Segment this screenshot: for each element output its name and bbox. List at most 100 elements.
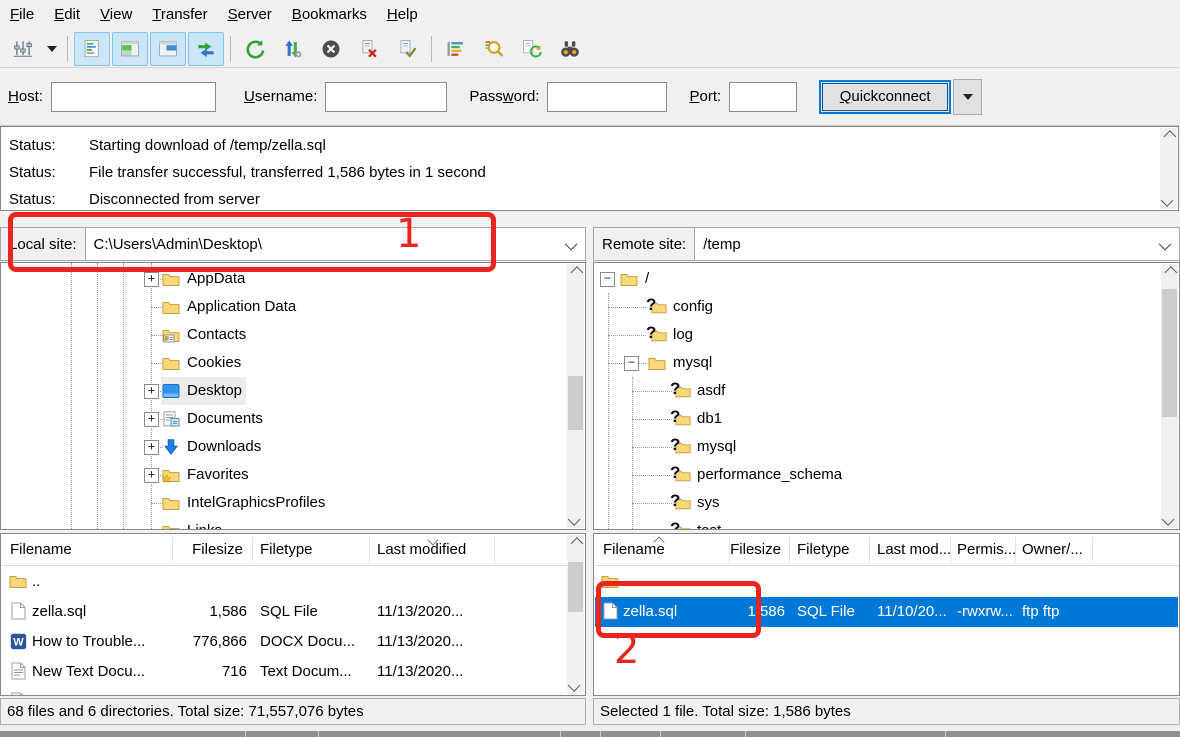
column-separator[interactable] <box>1092 537 1093 563</box>
tree-expander-plus[interactable]: + <box>144 412 159 427</box>
file-row-new-text-docu...[interactable]: New Text Docu...716Text Docum...11/13/20… <box>2 657 584 687</box>
host-input[interactable] <box>51 82 216 112</box>
tree-expander-plus[interactable]: + <box>144 468 159 483</box>
tree-item-links[interactable]: Links <box>1 517 565 530</box>
column-header-last-modified[interactable]: Last modified <box>377 535 466 565</box>
toggle-remote-tree-button[interactable] <box>150 32 186 66</box>
scroll-up-button[interactable] <box>567 264 584 281</box>
scroll-down-button[interactable] <box>1161 511 1178 528</box>
tree-item-asdf[interactable]: ?asdf <box>594 377 1159 405</box>
cancel-button[interactable] <box>313 32 349 66</box>
column-header-last-modified[interactable]: Last mod... <box>877 535 951 565</box>
column-separator[interactable] <box>369 537 370 563</box>
tree-item-desktop[interactable]: +Desktop <box>1 377 565 405</box>
column-separator[interactable] <box>494 537 495 563</box>
tree-item-application-data[interactable]: Application Data <box>1 293 565 321</box>
vertical-scrollbar[interactable] <box>567 535 584 694</box>
menu-file[interactable]: File <box>0 0 44 30</box>
tree-item-favorites[interactable]: +Favorites <box>1 461 565 489</box>
column-separator[interactable] <box>789 537 790 563</box>
file-row-..[interactable]: .. <box>595 567 1178 597</box>
scroll-up-button[interactable] <box>1161 264 1178 281</box>
column-header-filesize[interactable]: Filesize <box>730 535 781 565</box>
directory-comparison-button[interactable] <box>552 32 588 66</box>
tree-item-mysql[interactable]: ?mysql <box>594 433 1159 461</box>
port-input[interactable] <box>729 82 797 112</box>
scroll-up-button[interactable] <box>567 535 584 552</box>
menu-view[interactable]: View <box>90 0 142 30</box>
column-header-permissions[interactable]: Permis... <box>957 535 1016 565</box>
column-separator[interactable] <box>950 537 951 563</box>
tree-item-documents[interactable]: +Documents <box>1 405 565 433</box>
file-row-how-to-trouble...[interactable]: WHow to Trouble...776,866DOCX Docu...11/… <box>2 627 584 657</box>
toggle-transfer-queue-button[interactable] <box>188 32 224 66</box>
file-row-..[interactable]: .. <box>2 567 584 597</box>
search-files-button[interactable] <box>476 32 512 66</box>
column-header-filetype[interactable]: Filetype <box>797 535 850 565</box>
file-row[interactable] <box>2 687 584 696</box>
column-header-filesize[interactable]: Filesize <box>192 535 243 565</box>
scrollbar-thumb[interactable] <box>568 376 583 430</box>
synchronized-browsing-button[interactable] <box>514 32 550 66</box>
tree-expander-plus[interactable]: + <box>144 272 159 287</box>
tree-item-test[interactable]: ?test <box>594 517 1159 530</box>
toggle-local-tree-button[interactable] <box>112 32 148 66</box>
filter-button[interactable] <box>438 32 474 66</box>
remote-site-combo[interactable]: /temp <box>695 227 1180 261</box>
scroll-down-button[interactable] <box>1160 192 1177 209</box>
reconnect-button[interactable] <box>389 32 425 66</box>
column-separator[interactable] <box>252 537 253 563</box>
refresh-button[interactable] <box>237 32 273 66</box>
menu-transfer[interactable]: Transfer <box>142 0 217 30</box>
tree-item-intelgraphicsprofiles[interactable]: IntelGraphicsProfiles <box>1 489 565 517</box>
tree-item-sys[interactable]: ?sys <box>594 489 1159 517</box>
column-header-owner[interactable]: Owner/... <box>1022 535 1083 565</box>
chevron-down-icon[interactable] <box>1159 238 1172 251</box>
tree-expander-plus[interactable]: + <box>144 440 159 455</box>
vertical-scrollbar[interactable] <box>1161 264 1178 528</box>
scrollbar-thumb[interactable] <box>1162 289 1177 417</box>
column-header-filetype[interactable]: Filetype <box>260 535 313 565</box>
scroll-down-button[interactable] <box>567 677 584 694</box>
tree-item-contacts[interactable]: Contacts <box>1 321 565 349</box>
file-row-zella.sql[interactable]: zella.sql1,586SQL File11/13/2020... <box>2 597 584 627</box>
vertical-scrollbar[interactable] <box>567 264 584 528</box>
tree-item-performance-schema[interactable]: ?performance_schema <box>594 461 1159 489</box>
tree-item--[interactable]: −/ <box>594 265 1159 293</box>
scroll-up-button[interactable] <box>1160 128 1177 145</box>
toggle-message-log-button[interactable] <box>74 32 110 66</box>
quickconnect-dropdown[interactable] <box>953 79 982 115</box>
column-separator[interactable] <box>729 537 730 563</box>
chevron-down-icon[interactable] <box>565 238 578 251</box>
file-row-zella.sql[interactable]: zella.sql1,586SQL File11/10/20...-rwxrw.… <box>595 597 1178 627</box>
scrollbar-thumb[interactable] <box>568 562 583 612</box>
tree-item-config[interactable]: ?config <box>594 293 1159 321</box>
scroll-down-button[interactable] <box>567 511 584 528</box>
tree-item-mysql[interactable]: −mysql <box>594 349 1159 377</box>
tree-item-db1[interactable]: ?db1 <box>594 405 1159 433</box>
menu-bookmarks[interactable]: Bookmarks <box>282 0 377 30</box>
tree-item-appdata[interactable]: +AppData <box>1 265 565 293</box>
menu-server[interactable]: Server <box>218 0 282 30</box>
local-site-combo[interactable]: C:\Users\Admin\Desktop\ <box>86 227 586 261</box>
tree-item-log[interactable]: ?log <box>594 321 1159 349</box>
username-input[interactable] <box>325 82 447 112</box>
password-input[interactable] <box>547 82 667 112</box>
column-header-filename[interactable]: Filename <box>10 535 72 565</box>
tree-item-downloads[interactable]: +Downloads <box>1 433 565 461</box>
site-manager-button[interactable] <box>5 32 41 66</box>
menu-help[interactable]: Help <box>377 0 428 30</box>
disconnect-button[interactable] <box>351 32 387 66</box>
column-separator[interactable] <box>869 537 870 563</box>
site-manager-dropdown[interactable] <box>42 33 62 65</box>
tree-expander-minus[interactable]: − <box>600 272 615 287</box>
column-separator[interactable] <box>1015 537 1016 563</box>
quickconnect-button[interactable]: Quickconnect <box>819 80 951 114</box>
menu-edit[interactable]: Edit <box>44 0 90 30</box>
transfer-settings-button[interactable] <box>275 32 311 66</box>
tree-expander-minus[interactable]: − <box>624 356 639 371</box>
tree-expander-plus[interactable]: + <box>144 384 159 399</box>
tree-item-cookies[interactable]: Cookies <box>1 349 565 377</box>
vertical-scrollbar[interactable] <box>1160 128 1177 209</box>
column-separator[interactable] <box>172 537 173 563</box>
